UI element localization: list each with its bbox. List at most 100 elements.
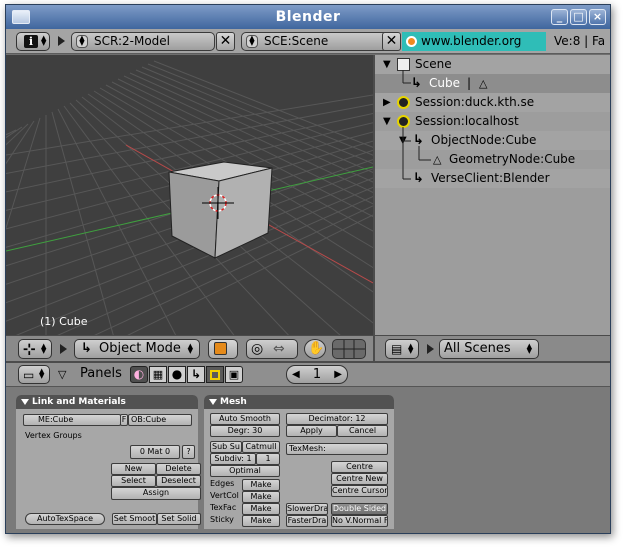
texmesh-field[interactable]: TexMesh: [286, 443, 388, 455]
vertex-groups-label: Vertex Groups [25, 431, 82, 440]
object-context-icon[interactable]: ↳ [187, 366, 205, 383]
close-button[interactable]: × [589, 9, 606, 25]
outliner-view-selector[interactable]: All Scenes ▲ ▼ [439, 339, 539, 359]
shaded-cube-icon [214, 342, 227, 355]
scene-stats: Ve:8 | Fa [554, 34, 606, 48]
vertcol-label: VertCol [210, 491, 239, 500]
draw-type-menu[interactable] [208, 339, 238, 359]
assign-material-button[interactable]: Assign [111, 487, 201, 500]
centre-button[interactable]: Centre [331, 461, 388, 473]
mode-selector[interactable]: ↳ Object Mode ▲ ▼ [74, 339, 200, 359]
subdiv-level-field[interactable]: Subdiv: 1 [210, 453, 256, 465]
make-vertcol-button[interactable]: Make [242, 491, 280, 503]
decimator-apply-button[interactable]: Apply [286, 425, 337, 437]
set-solid-button[interactable]: Set Solid [157, 513, 201, 525]
view-type-menu[interactable]: ⊹ ▲ ▼ [18, 339, 52, 359]
updown-arrows-icon: ▲ ▼ [187, 342, 193, 355]
subsurf-toggle[interactable]: Sub Su [210, 441, 242, 453]
double-sided-toggle[interactable]: Double Sided [331, 503, 388, 515]
scene-context-icon[interactable]: ▣ [225, 366, 243, 383]
outliner-header: ▤ ▲ ▼ All Scenes ▲ ▼ [375, 335, 610, 361]
info-icon: i [24, 35, 38, 48]
active-object-label: (1) Cube [40, 315, 88, 328]
mode-label: Object Mode [99, 341, 181, 356]
sticky-label: Sticky [210, 515, 234, 524]
edges-label: Edges [210, 479, 235, 488]
make-sticky-button[interactable]: Make [242, 515, 280, 527]
title-bar: Blender _ □ × [6, 5, 610, 29]
delete-material-button[interactable]: Delete [156, 463, 201, 475]
frame-number-field[interactable]: ◀ 1 ▶ [286, 365, 348, 384]
panel-title[interactable]: Link and Materials [16, 395, 198, 409]
make-edges-button[interactable]: Make [242, 479, 280, 491]
viewport-header: ⊹ ▲ ▼ ↳ Object Mode ▲ ▼ ◎ ⇔ ✋ [6, 335, 373, 361]
no-vnormal-flip-toggle[interactable]: No V.Normal F [331, 515, 388, 527]
window-title: Blender [275, 9, 341, 25]
set-smooth-button[interactable]: Set Smoot [112, 513, 157, 525]
buttons-icon: ▭ [23, 368, 35, 382]
manipulator-icon: ⇔ [273, 341, 285, 357]
maximize-button[interactable]: □ [570, 9, 587, 25]
tree-lines [402, 70, 431, 180]
scene-name: SCE:Scene [264, 34, 329, 48]
collapse-menus-icon[interactable] [427, 344, 434, 354]
outliner-type-menu[interactable]: ▤ ▲ ▼ [385, 339, 419, 359]
arrow-right-icon[interactable]: ▶ [334, 366, 342, 384]
object-datablock-field[interactable]: OB:Cube [128, 414, 192, 426]
new-material-button[interactable]: New [111, 463, 156, 475]
make-texface-button[interactable]: Make [242, 503, 280, 515]
buttons-type-menu[interactable]: ▭ ▲ ▼ [18, 365, 50, 384]
subdiv-render-field[interactable]: 1 [256, 453, 280, 465]
autotexspace-toggle[interactable]: AutoTexSpace [25, 513, 105, 525]
updown-arrows-icon: ▲ ▼ [246, 35, 258, 48]
hand-icon[interactable]: ✋ [304, 339, 326, 359]
minimize-button[interactable]: _ [551, 9, 568, 25]
centre-new-button[interactable]: Centre New [331, 473, 388, 485]
pivot-menu[interactable]: ◎ ⇔ [246, 339, 298, 359]
outliner-view-label: All Scenes [444, 341, 511, 356]
delete-scene-button[interactable]: ✕ [382, 32, 401, 51]
faster-draw-button[interactable]: FasterDra [286, 515, 328, 527]
crosshair-icon: ⊹ [23, 340, 36, 358]
optimal-toggle[interactable]: Optimal [210, 465, 280, 477]
window-type-menu[interactable]: i ▲ ▼ [16, 32, 50, 51]
layers-grid[interactable] [332, 339, 366, 359]
select-material-button[interactable]: Select [111, 475, 156, 487]
collapse-menus-icon[interactable] [60, 344, 67, 354]
updown-arrows-icon: ▲ ▼ [408, 342, 414, 355]
material-query-button[interactable]: ? [182, 445, 195, 459]
centre-cursor-button[interactable]: Centre Cursor [331, 485, 388, 497]
texface-label: TexFac [210, 503, 237, 512]
updown-arrows-icon: ▲ ▼ [41, 34, 47, 47]
logic-context-icon[interactable]: ◐ [130, 366, 148, 383]
viewport-canvas[interactable] [6, 55, 373, 335]
collapse-menus-icon[interactable]: ▽ [58, 368, 66, 381]
editing-context-icon[interactable] [206, 366, 224, 383]
screen-selector[interactable]: ▲ ▼ SCR:2-Model [71, 32, 215, 51]
shading-context-icon[interactable]: ● [168, 366, 186, 383]
panel-title[interactable]: Mesh [204, 395, 394, 409]
auto-smooth-toggle[interactable]: Auto Smooth [210, 413, 280, 425]
outliner[interactable]: ▼ Scene ↳ Cube | △ ▶ Session:duck.kth.se… [373, 55, 610, 361]
degree-field[interactable]: Degr: 30 [210, 425, 280, 437]
material-index-field[interactable]: 0 Mat 0 [130, 445, 180, 459]
3d-viewport[interactable]: (1) Cube ⊹ ▲ ▼ ↳ Object Mode ▲ ▼ ◎ ⇔ ✋ [6, 55, 373, 361]
slower-draw-button[interactable]: SlowerDra [286, 503, 328, 515]
info-header: i ▲ ▼ ▲ ▼ SCR:2-Model ✕ ▲ ▼ SCE:Scene ✕ www… [6, 29, 610, 67]
subsurf-type-menu[interactable]: Catmull [242, 441, 280, 453]
delete-screen-button[interactable]: ✕ [216, 32, 235, 51]
scene-selector[interactable]: ▲ ▼ SCE:Scene [241, 32, 389, 51]
updown-arrows-icon: ▲ ▼ [41, 342, 47, 355]
layer-grid-icon [333, 340, 365, 358]
mesh-datablock-field[interactable]: ME:Cube [23, 414, 121, 426]
blender-url[interactable]: www.blender.org 237 [402, 32, 546, 67]
script-context-icon[interactable]: ▦ [149, 366, 167, 383]
object-mode-icon: ↳ [81, 341, 92, 356]
decimator-field[interactable]: Decimator: 12 [286, 413, 388, 425]
buttons-header: ▭ ▲ ▼ ▽ Panels ◐ ▦ ● ↳ ▣ ◀ 1 ▶ [6, 363, 610, 387]
fake-user-button[interactable]: F [120, 414, 128, 426]
collapse-menus-icon[interactable] [58, 36, 65, 46]
decimator-cancel-button[interactable]: Cancel [337, 425, 388, 437]
panels-label: Panels [80, 366, 122, 381]
deselect-material-button[interactable]: Deselect [156, 475, 201, 487]
